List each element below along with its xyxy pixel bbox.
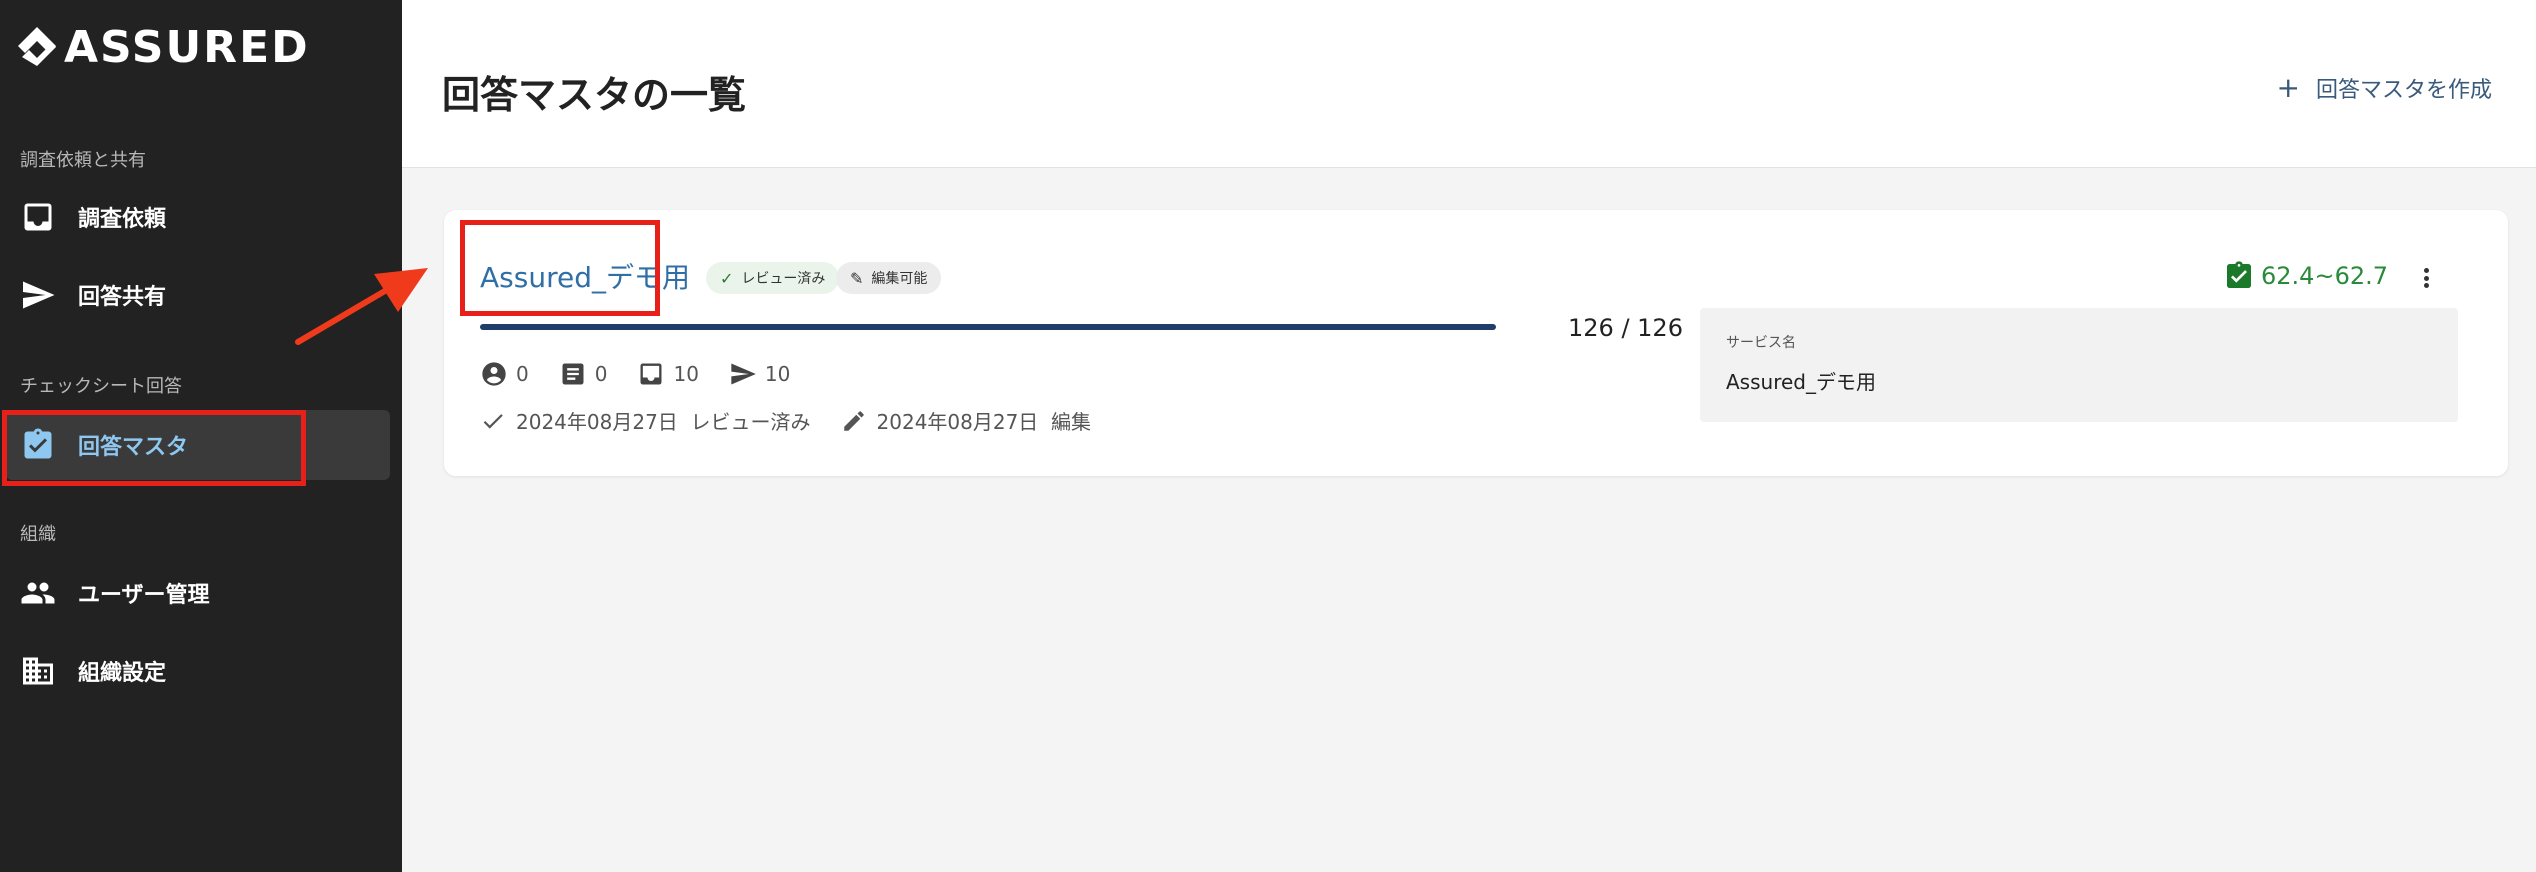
page-header: 回答マスタの一覧 + 回答マスタを作成 xyxy=(402,0,2536,168)
stat-value: 10 xyxy=(764,362,791,386)
sidebar-item-answer-master[interactable]: 回答マスタ xyxy=(6,410,390,480)
sidebar: ASSURED 調査依頼と共有 調査依頼 回答共有 チェックシート回答 回答マス… xyxy=(0,0,402,872)
app-logo[interactable]: ASSURED xyxy=(16,22,310,73)
status-badge-editable: ✎ 編集可能 xyxy=(836,262,942,294)
users-icon xyxy=(21,582,55,604)
reviewed-date-text: 2024年08月27日 レビュー済み xyxy=(516,410,811,434)
check-icon: ✓ xyxy=(720,268,734,288)
section-label-requests: 調査依頼と共有 xyxy=(20,150,146,171)
send-icon xyxy=(731,363,756,385)
pencil-icon: ✎ xyxy=(850,268,864,288)
pencil-icon xyxy=(843,410,864,431)
building-icon xyxy=(23,657,53,685)
assured-logo-icon xyxy=(18,26,56,66)
score-display: 62.4~62.7 xyxy=(2223,260,2388,292)
card-title-link[interactable]: Assured_デモ用 xyxy=(480,256,690,296)
section-label-checksheet: チェックシート回答 xyxy=(20,376,182,397)
annotation-arrow-icon xyxy=(295,268,428,345)
answer-master-card: Assured_デモ用 ✓ レビュー済み ✎ 編集可能 126 / 126 0 … xyxy=(444,210,2508,476)
send-icon xyxy=(23,281,55,309)
service-info-box: サービス名 Assured_デモ用 xyxy=(1700,308,2458,422)
create-button-label: 回答マスタを作成 xyxy=(2315,78,2492,103)
stat-value: 0 xyxy=(516,362,529,386)
progress-bar xyxy=(480,324,1496,330)
inbox-icon xyxy=(24,203,52,231)
stat-value: 10 xyxy=(673,362,699,386)
stats-row: 0 0 10 10 xyxy=(480,360,820,388)
more-vert-icon xyxy=(2423,268,2429,273)
sidebar-item-user-management[interactable]: ユーザー管理 xyxy=(6,558,390,628)
plus-icon: + xyxy=(2276,71,2300,104)
account-circle-icon xyxy=(482,362,506,386)
edited-date-text: 2024年08月27日 編集 xyxy=(876,410,1092,434)
sidebar-item-label: 組織設定 xyxy=(78,661,167,686)
sidebar-item-label: 回答マスタ xyxy=(78,435,189,460)
sidebar-item-label: 回答共有 xyxy=(78,285,167,310)
logo-text: ASSURED xyxy=(64,22,310,73)
more-vert-dot xyxy=(2423,275,2429,281)
more-vert-dot xyxy=(2423,283,2429,288)
sidebar-item-survey-request[interactable]: 調査依頼 xyxy=(6,182,390,252)
progress-count: 126 / 126 xyxy=(1568,314,1683,342)
edited-date: 2024年08月27日 編集 xyxy=(841,406,1092,435)
create-answer-master-button[interactable]: + 回答マスタを作成 xyxy=(2277,72,2492,104)
inbox-icon xyxy=(640,363,662,385)
stat-accounts: 0 xyxy=(480,360,529,388)
more-options-button[interactable] xyxy=(2414,264,2438,292)
score-value: 62.4~62.7 xyxy=(2261,262,2388,290)
clipboard-check-icon xyxy=(2227,261,2252,288)
badge-label: 編集可能 xyxy=(871,271,928,287)
section-label-organization: 組織 xyxy=(20,524,56,545)
progress-fill xyxy=(480,324,1496,330)
sidebar-item-org-settings[interactable]: 組織設定 xyxy=(6,636,390,706)
stat-value: 0 xyxy=(594,362,608,386)
document-icon xyxy=(562,363,584,385)
service-value: Assured_デモ用 xyxy=(1726,370,1876,394)
status-badge-reviewed: ✓ レビュー済み xyxy=(706,262,840,294)
dates-row: 2024年08月27日 レビュー済み 2024年08月27日 編集 xyxy=(480,406,1121,435)
sidebar-item-label: 調査依頼 xyxy=(78,207,167,232)
page-title: 回答マスタの一覧 xyxy=(442,73,747,117)
service-label: サービス名 xyxy=(1726,335,1796,351)
stat-inbox: 10 xyxy=(637,360,699,388)
stat-sent: 10 xyxy=(729,360,790,388)
badge-label: レビュー済み xyxy=(741,271,826,287)
reviewed-date: 2024年08月27日 レビュー済み xyxy=(480,406,811,435)
clipboard-check-icon xyxy=(24,428,52,459)
check-icon xyxy=(483,413,503,429)
stat-documents: 0 xyxy=(559,360,608,388)
sidebar-item-label: ユーザー管理 xyxy=(78,583,210,608)
